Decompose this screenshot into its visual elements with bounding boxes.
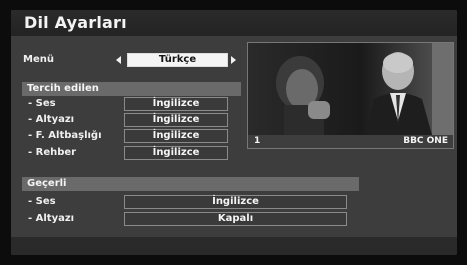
current-audio-label: - Ses (28, 196, 56, 207)
current-subtitle-value[interactable]: Kapalı (124, 212, 347, 226)
current-subtitle-label: - Altyazı (28, 213, 75, 224)
page-title: Dil Ayarları (24, 13, 127, 32)
bottom-bar (11, 237, 457, 255)
title-bar: Dil Ayarları (11, 10, 457, 36)
preferred-subtitle-label: - Altyazı (28, 114, 75, 125)
preferred-audio-label: - Ses (28, 98, 56, 109)
preview-caption-bar: 1 BBC ONE (248, 135, 453, 148)
preferred-teletext-subtitle-value[interactable]: İngilizce (124, 129, 228, 143)
menu-language-selector[interactable]: Türkçe (127, 53, 228, 67)
arrow-left-icon[interactable] (116, 56, 121, 64)
menu-language-label: Menü (23, 54, 54, 65)
channel-name: BBC ONE (403, 136, 448, 146)
language-settings-panel: Dil Ayarları Menü Türkçe Tercih edilen -… (11, 10, 457, 255)
preferred-guide-label: - Rehber (28, 147, 77, 158)
preferred-guide-value[interactable]: İngilizce (124, 146, 228, 160)
preferred-section-header: Tercih edilen (22, 82, 241, 96)
preferred-teletext-subtitle-label: - F. Altbaşlığı (28, 130, 102, 141)
arrow-right-icon[interactable] (231, 56, 236, 64)
tv-preview-image (248, 43, 453, 135)
tv-preview-window: 1 BBC ONE (247, 42, 454, 149)
channel-number: 1 (254, 136, 261, 146)
current-audio-value[interactable]: İngilizce (124, 195, 347, 209)
preferred-audio-value[interactable]: İngilizce (124, 97, 228, 111)
preferred-subtitle-value[interactable]: İngilizce (124, 113, 228, 127)
current-section-header: Geçerli (22, 177, 359, 191)
